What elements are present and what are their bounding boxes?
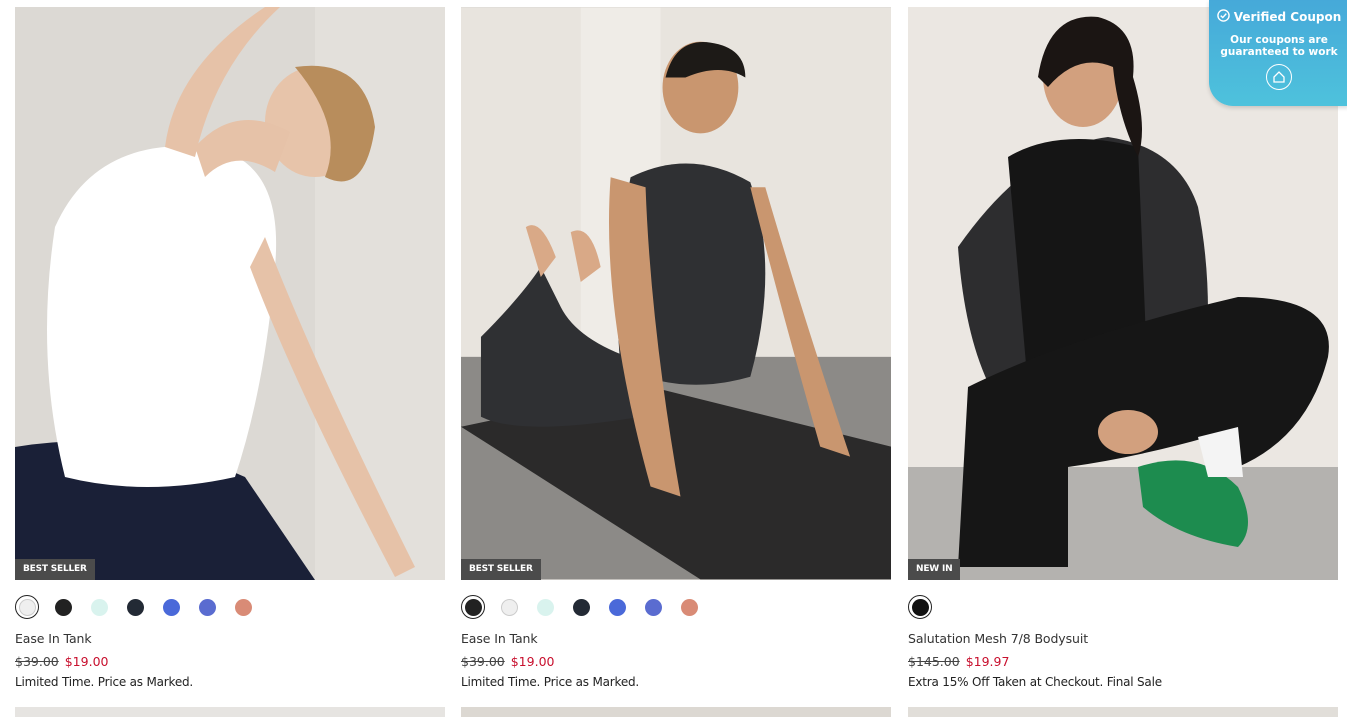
next-row-product-image xyxy=(461,707,891,717)
promo-text: Extra 15% Off Taken at Checkout. Final S… xyxy=(908,675,1162,689)
coupon-logo-icon[interactable] xyxy=(1266,64,1292,90)
swatch-white[interactable] xyxy=(497,595,521,619)
next-row-product-image xyxy=(908,707,1338,717)
original-price: $39.00 xyxy=(15,654,59,669)
coupon-title-text: Verified Coupon xyxy=(1233,10,1342,24)
color-swatches xyxy=(461,595,891,619)
product-name[interactable]: Ease In Tank xyxy=(15,631,445,646)
product-price: $145.00 $19.97 xyxy=(908,654,1338,669)
verified-coupon-widget[interactable]: Verified Coupon Our coupons are guarante… xyxy=(1209,0,1347,106)
swatch-periwinkle[interactable] xyxy=(641,595,665,619)
swatch-blue[interactable] xyxy=(159,595,183,619)
swatch-navy[interactable] xyxy=(569,595,593,619)
sale-price: $19.97 xyxy=(965,654,1010,669)
sale-price: $19.00 xyxy=(64,654,109,669)
product-card[interactable]: NEW IN Salutation Mesh 7/8 Bodysuit $145… xyxy=(908,7,1338,689)
product-image-yoga-black-tank[interactable]: BEST SELLER xyxy=(461,7,891,580)
badge-best-seller: BEST SELLER xyxy=(461,559,541,580)
swatch-mint[interactable] xyxy=(87,595,111,619)
coupon-subtitle: Our coupons are guaranteed to work xyxy=(1220,34,1338,58)
product-name[interactable]: Salutation Mesh 7/8 Bodysuit xyxy=(908,631,1338,646)
product-price: $39.00 $19.00 xyxy=(15,654,445,669)
next-row-product-image xyxy=(15,707,445,717)
badge-new-in: NEW IN xyxy=(908,559,961,580)
product-card[interactable]: BEST SELLER Ease In Tank $39.00 $19.00 L… xyxy=(15,7,445,689)
original-price: $39.00 xyxy=(461,654,505,669)
swatch-periwinkle[interactable] xyxy=(195,595,219,619)
swatch-black[interactable] xyxy=(908,595,932,619)
swatch-coral[interactable] xyxy=(231,595,255,619)
original-price: $145.00 xyxy=(908,654,960,669)
promo-text: Limited Time. Price as Marked. xyxy=(15,675,194,689)
color-swatches xyxy=(15,595,445,619)
swatch-mint[interactable] xyxy=(533,595,557,619)
promo-text: Limited Time. Price as Marked. xyxy=(461,675,640,689)
swatch-black[interactable] xyxy=(461,595,485,619)
swatch-blue[interactable] xyxy=(605,595,629,619)
check-circle-icon xyxy=(1216,9,1230,25)
product-image-yoga-white-tank[interactable]: BEST SELLER xyxy=(15,7,445,580)
coupon-title: Verified Coupon xyxy=(1209,9,1347,25)
color-swatches xyxy=(908,595,1338,619)
sale-price: $19.00 xyxy=(510,654,555,669)
swatch-white[interactable] xyxy=(15,595,39,619)
product-photo xyxy=(461,7,891,580)
swatch-coral[interactable] xyxy=(677,595,701,619)
badge-best-seller: BEST SELLER xyxy=(15,559,95,580)
product-photo xyxy=(15,7,445,580)
swatch-black[interactable] xyxy=(51,595,75,619)
product-name[interactable]: Ease In Tank xyxy=(461,631,891,646)
product-card[interactable]: BEST SELLER Ease In Tank $39.00 $19.00 L… xyxy=(461,7,891,689)
product-price: $39.00 $19.00 xyxy=(461,654,891,669)
swatch-navy[interactable] xyxy=(123,595,147,619)
